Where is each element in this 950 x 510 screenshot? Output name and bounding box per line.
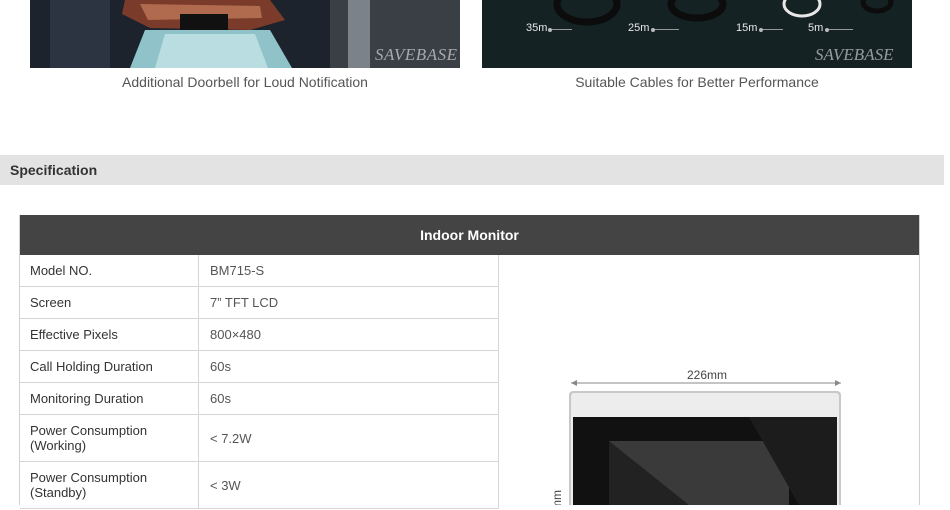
spec-table: Indoor Monitor Model NO. BM715-S Screen … (19, 215, 920, 510)
cables-scene-image: SAVEBASE (482, 0, 912, 68)
cable-marker-line (655, 29, 679, 30)
cable-length-35: 35m (526, 22, 548, 34)
table-header: Indoor Monitor (20, 215, 919, 255)
doorbell-caption: Additional Doorbell for Loud Notificatio… (122, 74, 368, 90)
table-row: Power Consumption (Working) < 7.2W (20, 415, 499, 462)
specification-section-bar: Specification (0, 155, 944, 185)
cable-length-25: 25m (628, 22, 650, 34)
cables-caption: Suitable Cables for Better Performance (575, 74, 819, 90)
cable-length-5: 5m (808, 22, 824, 34)
indoor-monitor-image: 226mm mm (499, 255, 919, 510)
doorbell-scene-image: SAVEBASE (30, 0, 460, 68)
row-value: 60s (210, 391, 231, 406)
cable-marker-line (552, 29, 572, 30)
row-label: Model NO. (20, 255, 199, 286)
width-dimension-label: 226mm (687, 368, 727, 382)
row-label: Effective Pixels (20, 319, 199, 350)
row-label: Monitoring Duration (20, 383, 199, 414)
table-row: Effective Pixels 800×480 (20, 319, 499, 351)
row-value: 7” TFT LCD (210, 295, 279, 310)
row-label: Screen (20, 287, 199, 318)
table-row: Power Consumption (Standby) < 3W (20, 462, 499, 509)
table-row: Monitoring Duration 60s (20, 383, 499, 415)
doorbell-photo: SAVEBASE (30, 0, 460, 68)
row-value: BM715-S (210, 263, 265, 278)
table-row: Call Holding Duration 60s (20, 351, 499, 383)
cable-marker-line (763, 29, 783, 30)
height-dimension-label: mm (550, 490, 564, 505)
cable-marker-line (829, 29, 853, 30)
table-row: Model NO. BM715-S (20, 255, 499, 287)
row-label: Call Holding Duration (20, 351, 199, 382)
row-value: 800×480 (210, 327, 261, 342)
row-label: Power Consumption (Working) (20, 415, 199, 461)
cables-photo: SAVEBASE 35m 25m 15m 5m (482, 0, 912, 68)
monitor-dimension-drawing: 226mm mm (550, 368, 841, 510)
row-value: < 7.2W (210, 430, 252, 446)
section-title: Specification (10, 162, 98, 178)
watermark-left: SAVEBASE (375, 45, 458, 64)
row-label: Power Consumption (Standby) (20, 462, 199, 508)
table-row: Screen 7” TFT LCD (20, 287, 499, 319)
row-value: < 3W (210, 477, 241, 493)
watermark-right: SAVEBASE (815, 45, 894, 64)
row-value: 60s (210, 359, 231, 374)
cable-length-15: 15m (736, 22, 758, 34)
